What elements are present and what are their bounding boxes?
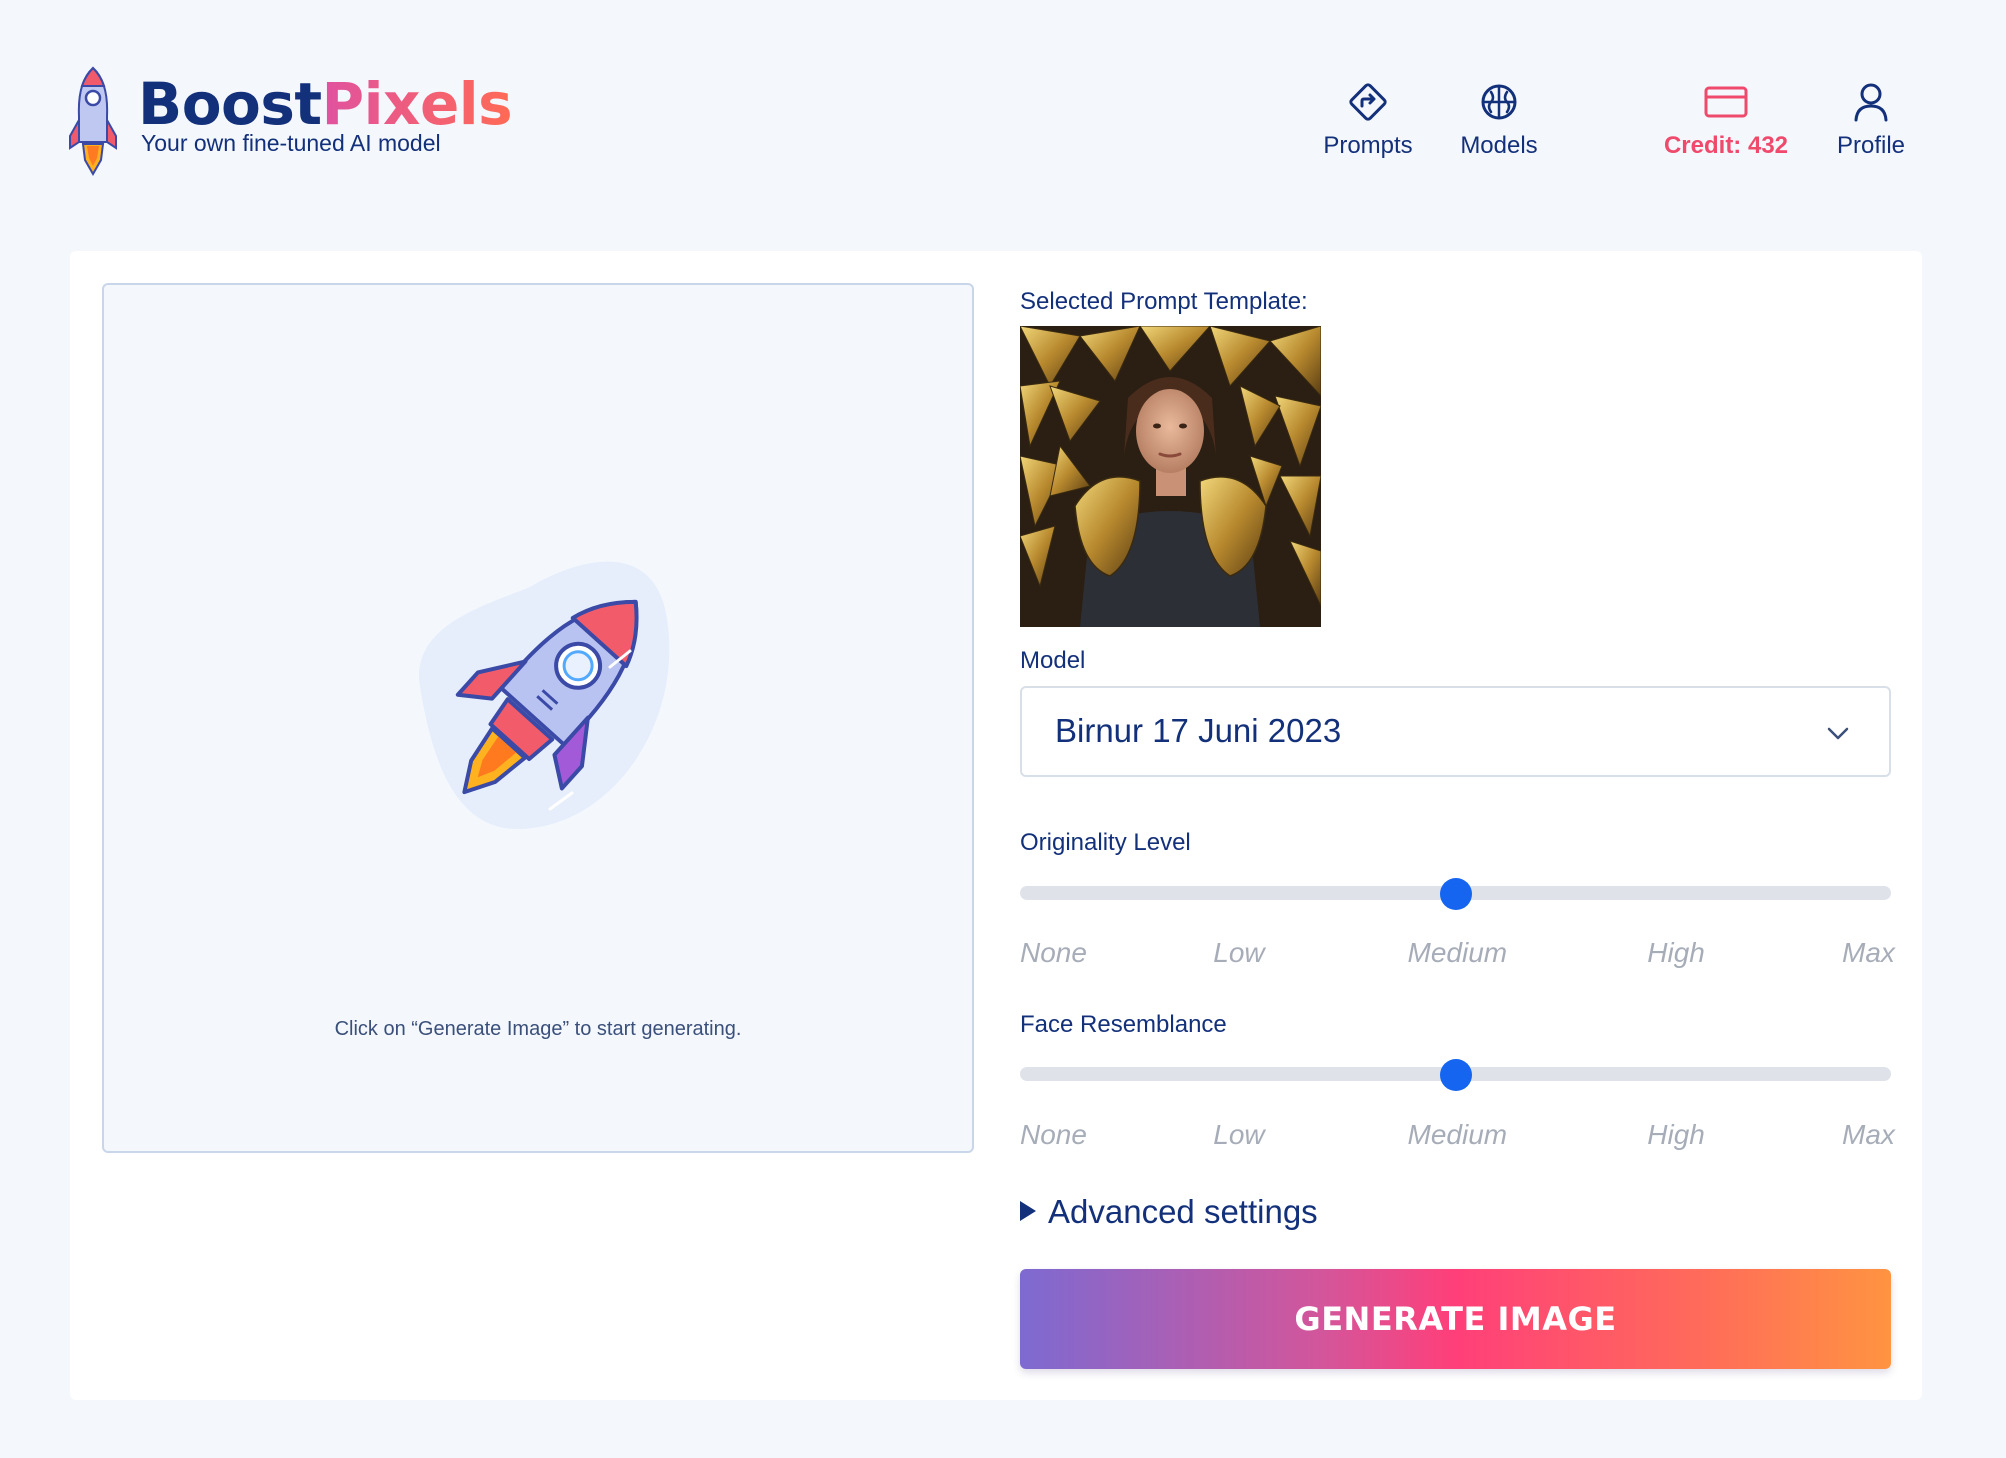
user-icon [1826,80,1916,124]
model-select[interactable]: Birnur 17 Juni 2023 [1020,686,1891,777]
nav-prompts[interactable]: Prompts [1316,80,1420,160]
main-card: Click on “Generate Image” to start gener… [70,251,1922,1400]
nav-credit[interactable]: Credit: 432 [1650,80,1802,160]
directions-sign-icon [1316,80,1420,124]
template-portrait [1020,326,1321,627]
scale-high: High [1647,1119,1705,1150]
scale-low: Low [1213,937,1265,968]
advanced-settings-toggle[interactable]: Advanced settings [1020,1193,1318,1231]
nav-profile[interactable]: Profile [1826,80,1916,160]
scale-medium: Medium [1407,937,1508,968]
nav-profile-label: Profile [1836,132,1906,159]
originality-label: Originality Level [1020,829,1191,856]
slider-thumb[interactable] [1439,878,1472,910]
face-resemblance-scale: None Low Medium High Max [1020,1119,1895,1159]
settings-panel: Selected Prompt Template: Model Birnur 1… [1020,251,1895,1400]
rocket-icon [419,561,670,830]
header: BoostPixels Your own fine-tuned AI model… [0,0,2006,230]
image-preview-area: Click on “Generate Image” to start gener… [102,283,974,1153]
credit-balance: Credit: 432 [1663,132,1789,159]
brand-logo[interactable]: BoostPixels Your own fine-tuned AI model [68,64,513,176]
face-resemblance-label: Face Resemblance [1020,1011,1227,1038]
face-resemblance-slider[interactable] [1020,1059,1891,1091]
slider-thumb[interactable] [1439,1059,1472,1091]
triangle-right-icon [1020,1201,1036,1221]
brand-tagline: Your own fine-tuned AI model [141,130,441,156]
chevron-down-icon [1827,727,1849,740]
originality-slider[interactable] [1020,878,1891,910]
nav-models[interactable]: Models [1448,80,1550,160]
scale-low: Low [1213,1119,1265,1150]
scale-medium: Medium [1407,1119,1508,1150]
credit-card-icon [1650,80,1802,124]
originality-scale: None Low Medium High Max [1020,937,1895,977]
nav-prompts-label: Prompts [1323,132,1413,159]
rocket-logo-icon [69,66,117,176]
scale-none: None [1020,937,1087,968]
scale-max: Max [1842,937,1895,968]
model-label: Model [1020,647,1086,674]
advanced-settings-label: Advanced settings [1048,1193,1318,1230]
nav-models-label: Models [1460,132,1538,159]
model-select-value: Birnur 17 Juni 2023 [1055,712,1342,749]
scale-max: Max [1842,1119,1895,1150]
preview-hint: Click on “Generate Image” to start gener… [334,1018,742,1040]
generate-image-button[interactable]: GENERATE IMAGE [1020,1269,1891,1369]
template-label: Selected Prompt Template: [1020,288,1308,315]
brand-name: BoostPixels [138,70,513,138]
scale-none: None [1020,1119,1087,1150]
prompt-template-image[interactable] [1020,326,1321,627]
scale-high: High [1647,937,1705,968]
brain-icon [1448,80,1550,124]
